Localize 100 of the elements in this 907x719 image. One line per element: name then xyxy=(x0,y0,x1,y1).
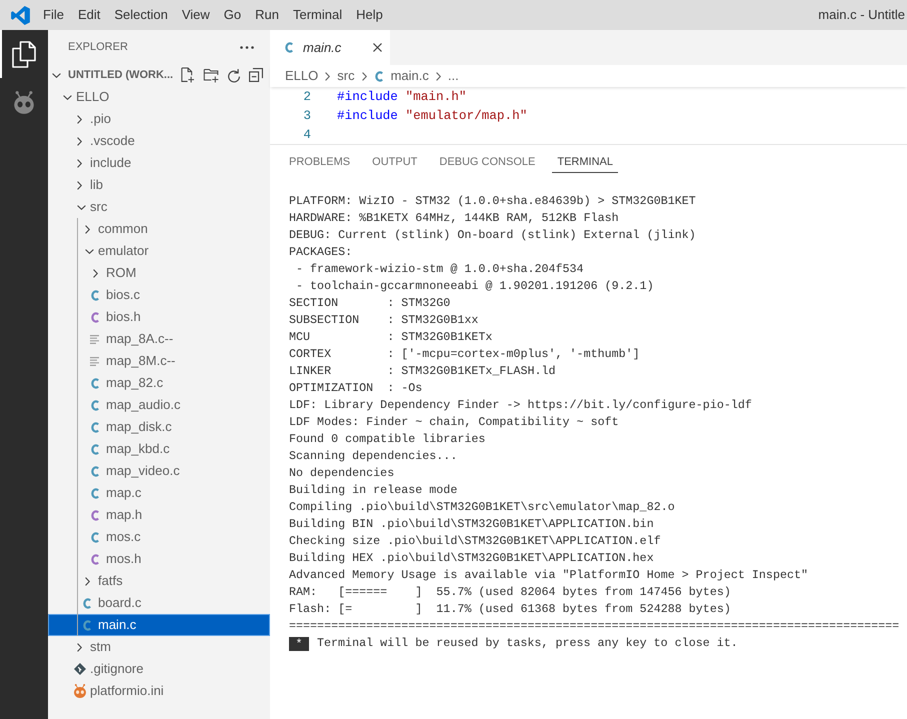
tree-item[interactable]: fatfs xyxy=(48,570,270,592)
terminal-line: Found 0 compatible libraries xyxy=(289,431,486,448)
tree-item[interactable]: map_82.c xyxy=(48,372,270,394)
breadcrumb-item[interactable]: ELLO xyxy=(285,66,318,86)
terminal-line: LDF Modes: Finder ~ chain, Compatibility ~ soft xyxy=(289,414,620,431)
menu-item[interactable]: Edit xyxy=(70,4,108,26)
c-file-icon xyxy=(90,510,99,520)
panel-tab[interactable]: PROBLEMS xyxy=(284,152,356,172)
terminal-line: Building HEX .pio\build\STM32G0B1KET\APPLICATION.hex xyxy=(289,550,655,567)
prompt-marker: * xyxy=(289,636,309,650)
tree-item[interactable]: lib xyxy=(48,174,270,196)
tree-item[interactable]: ROM xyxy=(48,262,270,284)
tree-item[interactable]: map_kbd.c xyxy=(48,438,270,460)
tree-item[interactable]: .vscode xyxy=(48,130,270,152)
menu-item[interactable]: Help xyxy=(349,4,390,26)
terminal-line: Compiling .pio\build\STM32G0B1KET\src\emulator\map_82.o xyxy=(289,499,676,516)
c-file-icon xyxy=(284,42,293,53)
chevron-right-icon xyxy=(325,72,330,80)
terminal-line: Scanning dependencies... xyxy=(289,448,458,465)
panel-tab[interactable]: DEBUG CONSOLE xyxy=(434,152,540,172)
terminal-line: No dependencies xyxy=(289,465,396,482)
terminal-line: ======================================================================================= xyxy=(289,618,900,635)
diamond-icon xyxy=(74,663,86,675)
tree-item[interactable]: map_8M.c-- xyxy=(48,350,270,372)
terminal-line: LDF: Library Dependency Finder -> https://bit.ly/configure-pio-ldf xyxy=(289,397,753,414)
tree-item[interactable]: ELLO xyxy=(48,86,270,108)
tree-item[interactable]: map_audio.c xyxy=(48,394,270,416)
new-file-icon[interactable] xyxy=(180,67,195,83)
tree-item[interactable]: include xyxy=(48,152,270,174)
tree-item[interactable]: platformio.ini xyxy=(48,680,270,702)
terminal-line: DEBUG: Current (stlink) On-board (stlink) External (jlink) xyxy=(289,227,697,244)
tree-item[interactable]: map.c xyxy=(48,482,270,504)
breadcrumb-item[interactable]: main.c xyxy=(374,66,429,86)
c-file-icon xyxy=(90,444,99,454)
tree-item[interactable]: src xyxy=(48,196,270,218)
menu-item[interactable]: File xyxy=(36,4,71,26)
tree-item[interactable]: bios.h xyxy=(48,306,270,328)
tree-item[interactable]: bios.c xyxy=(48,284,270,306)
terminal-line: CORTEX : ['-mcpu=cortex-m0plus', '-mthumb'] xyxy=(289,346,641,363)
collapse-icon[interactable] xyxy=(249,68,263,82)
c-file-icon xyxy=(90,466,99,476)
tree-item[interactable]: board.c xyxy=(48,592,270,614)
terminal-line: SECTION : STM32G0 xyxy=(289,295,452,312)
terminal-line: LINKER : STM32G0B1KETx_FLASH.ld xyxy=(289,363,557,380)
menu-item[interactable]: Go xyxy=(216,4,248,26)
terminal-line: MCU : STM32G0B1KETx xyxy=(289,329,494,346)
text-lines-icon xyxy=(90,356,99,366)
alien-icon xyxy=(74,684,86,698)
line-number: 2 xyxy=(302,88,311,106)
files-icon xyxy=(12,40,36,68)
tree-item[interactable]: mos.h xyxy=(48,548,270,570)
breadcrumb-item[interactable]: src xyxy=(337,66,355,86)
chevron-right-icon xyxy=(436,72,441,80)
tree-item[interactable]: common xyxy=(48,218,270,240)
app-logo-icon xyxy=(11,6,30,24)
window-title: main.c - Untitle xyxy=(818,6,906,24)
terminal-line: OPTIMIZATION : -Os xyxy=(289,380,424,397)
tree-item[interactable]: map_disk.c xyxy=(48,416,270,438)
terminal-line: - framework-wizio-stm @ 1.0.0+sha.204f534 xyxy=(295,261,585,278)
breadcrumb-item[interactable]: ... xyxy=(448,66,459,86)
terminal-line: Building in release mode xyxy=(289,482,458,499)
c-file-icon xyxy=(90,422,99,432)
tree-item[interactable]: main.c xyxy=(48,614,270,636)
new-folder-icon[interactable] xyxy=(203,68,219,82)
editor-tab[interactable]: main.c xyxy=(270,30,390,65)
panel-tab[interactable]: TERMINAL xyxy=(552,152,618,172)
menu-item[interactable]: View xyxy=(174,4,217,26)
menu-item[interactable]: Terminal xyxy=(286,4,350,26)
sidebar-title: EXPLORER xyxy=(68,40,128,55)
tree-item[interactable]: .pio xyxy=(48,108,270,130)
tree-item[interactable]: emulator xyxy=(48,240,270,262)
tree-item[interactable]: stm xyxy=(48,636,270,658)
tree-item[interactable]: mos.c xyxy=(48,526,270,548)
c-file-icon xyxy=(90,400,99,410)
tree-item[interactable]: map.h xyxy=(48,504,270,526)
chevron-right-icon xyxy=(362,72,367,80)
more-icon[interactable] xyxy=(240,46,254,48)
menu-item[interactable]: Selection xyxy=(107,4,175,26)
code-line: #include "emulator/map.h" xyxy=(337,107,528,125)
text-lines-icon xyxy=(90,334,99,344)
terminal-line: HARDWARE: %B1KETX 64MHz, 144KB RAM, 512KB Flash xyxy=(289,210,620,227)
tree-item[interactable]: .gitignore xyxy=(48,658,270,680)
c-file-icon xyxy=(374,70,383,82)
terminal-line: Advanced Memory Usage is available via "PlatformIO Home > Project Inspect" xyxy=(289,567,810,584)
workspace-header[interactable]: UNTITLED (WORK... xyxy=(48,64,176,86)
tree-item[interactable]: map_video.c xyxy=(48,460,270,482)
terminal-line: Checking size .pio\build\STM32G0B1KET\APPLICATION.elf xyxy=(289,533,662,550)
menu-item[interactable]: Run xyxy=(248,4,286,26)
panel-tab[interactable]: OUTPUT xyxy=(367,152,422,172)
code-line: #include "main.h" xyxy=(337,88,466,106)
terminal-line: - toolchain-gccarmnoneeabi @ 1.90201.191206 (9.2.1) xyxy=(295,278,655,295)
alien-icon xyxy=(14,90,34,114)
terminal-line: PACKAGES: xyxy=(289,244,354,261)
tree-item[interactable]: map_8A.c-- xyxy=(48,328,270,350)
terminal-line: SUBSECTION : STM32G0B1xx xyxy=(289,312,480,329)
close-icon[interactable] xyxy=(373,43,382,52)
c-file-icon xyxy=(82,598,91,608)
c-file-icon xyxy=(90,290,99,300)
terminal-line: PLATFORM: WizIO - STM32 (1.0.0+sha.e84639b) > STM32G0B1KET xyxy=(289,193,697,210)
refresh-icon[interactable] xyxy=(227,68,241,82)
